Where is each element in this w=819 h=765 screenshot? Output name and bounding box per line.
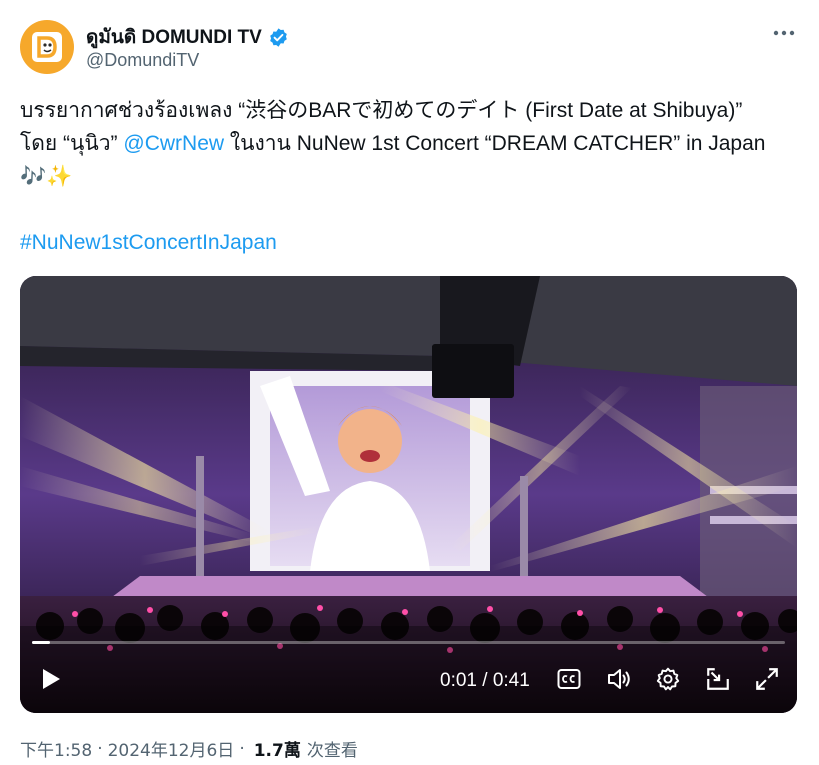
play-button[interactable] — [38, 666, 64, 692]
minimize-icon — [707, 668, 729, 690]
video-player[interactable]: 0:01 / 0:41 — [20, 276, 797, 713]
video-time: 0:01 / 0:41 — [440, 670, 530, 692]
current-time: 0:01 — [440, 670, 477, 691]
video-progress-bar[interactable] — [32, 641, 785, 644]
minimize-button[interactable] — [705, 666, 731, 692]
meta-separator-2: · — [239, 738, 245, 759]
captions-button[interactable] — [556, 666, 582, 692]
settings-icon — [656, 667, 680, 691]
author-display-name[interactable]: ดูมันดิ DOMUNDI TV — [86, 22, 289, 52]
more-options-button[interactable] — [769, 20, 799, 46]
video-progress-fill — [32, 641, 51, 644]
avatar[interactable] — [20, 20, 74, 74]
post-date[interactable]: 2024年12月6日 — [108, 736, 235, 761]
meta-separator: · — [97, 738, 103, 759]
verified-badge-icon — [269, 27, 287, 47]
volume-icon — [608, 669, 630, 689]
post-time[interactable]: 下午1:58 — [20, 736, 92, 761]
views-count[interactable]: 1.7萬 — [254, 736, 301, 761]
duration: 0:41 — [492, 670, 530, 691]
author-handle[interactable]: @DomundiTV — [86, 50, 199, 71]
domundi-logo-icon — [32, 32, 62, 62]
views-label: 次查看 — [306, 741, 358, 761]
fullscreen-icon — [756, 668, 778, 690]
play-icon — [43, 669, 60, 689]
tweet-text: บรรยากาศช่วงร้องเพลง “渋谷のBARで初めてのデイト (Fi… — [20, 94, 780, 193]
fullscreen-button[interactable] — [754, 666, 780, 692]
mention-link[interactable]: @CwrNew — [123, 132, 224, 155]
tweet-meta: 下午1:58 · 2024年12月6日 · 1.7萬 次查看 — [20, 736, 358, 762]
more-horizontal-icon — [773, 30, 795, 36]
volume-button[interactable] — [606, 666, 632, 692]
closed-captions-icon — [557, 669, 581, 689]
time-separator: / — [476, 670, 493, 691]
author-name-text[interactable]: ดูมันดิ DOMUNDI TV — [86, 22, 262, 52]
concert-video-frame — [20, 276, 797, 713]
hashtag-link[interactable]: #NuNew1stConcertInJapan — [20, 226, 277, 259]
settings-button[interactable] — [655, 666, 681, 692]
